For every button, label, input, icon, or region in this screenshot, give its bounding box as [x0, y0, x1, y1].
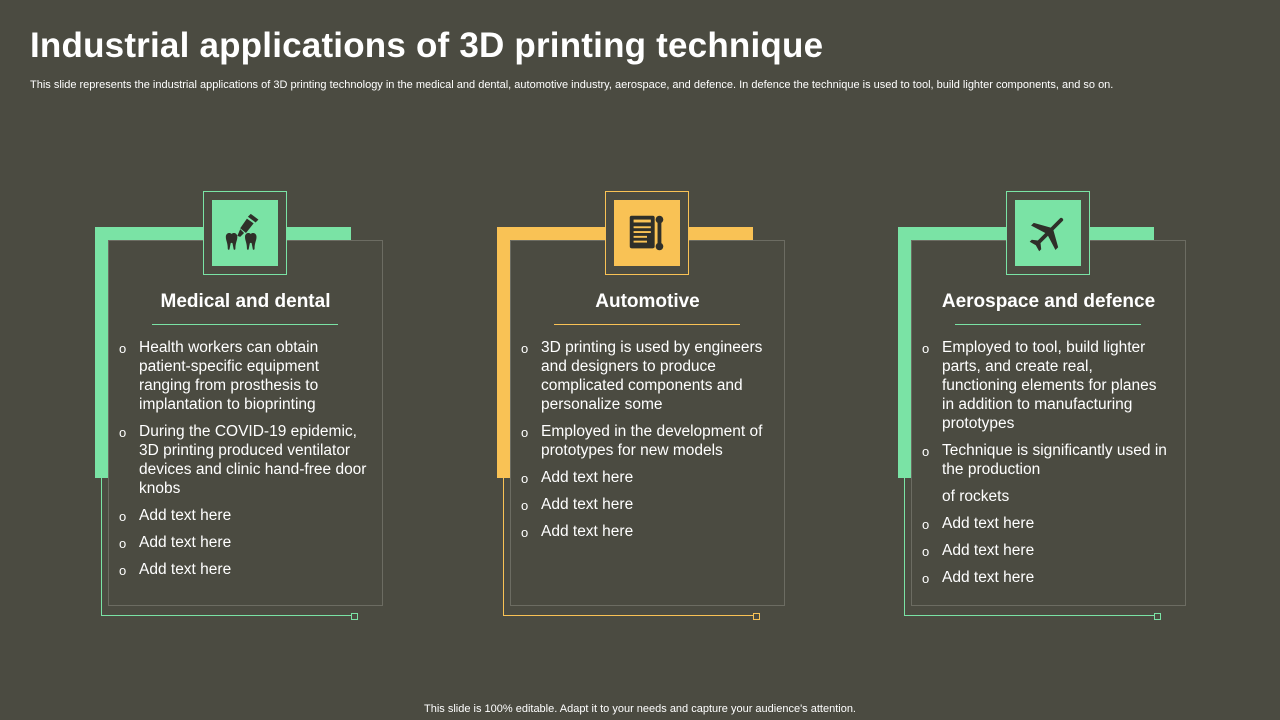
list-item: o Employed to tool, build lighter parts, …: [922, 339, 1157, 432]
list-item: o Add text here: [119, 507, 232, 524]
card-title: Medical and dental: [160, 291, 331, 312]
slide-footer: This slide is 100% editable. Adapt it to…: [424, 703, 856, 715]
title-divider: [152, 324, 338, 325]
list-item: o Add text here: [922, 542, 1035, 559]
bullet-marker: o: [521, 498, 529, 513]
slide-subtitle: This slide represents the industrial app…: [30, 79, 1114, 91]
list-item: o Employed in the development of prototyp…: [521, 423, 763, 459]
bullet-marker: o: [521, 341, 529, 356]
card-bullet-list: o Health workers can obtain patient-speci…: [119, 338, 369, 587]
card-bullet-list: o Employed to tool, build lighter parts, …: [922, 338, 1172, 595]
card-title: Automotive: [595, 291, 700, 312]
document-wrench-icon: [614, 200, 680, 266]
list-item: o Add text here: [922, 515, 1035, 532]
bullet-marker: o: [521, 425, 529, 440]
bullet-marker: o: [119, 425, 127, 440]
card-bullet-list: o 3D printing is used by engineers and de…: [521, 338, 771, 549]
list-item: o Add text here: [119, 534, 232, 551]
airplane-icon: [1015, 200, 1081, 266]
dental-icon: [212, 200, 278, 266]
title-divider: [554, 324, 740, 325]
bullet-marker: o: [119, 509, 127, 524]
connector-end-node: [753, 613, 760, 620]
icon-frame: [203, 191, 287, 275]
list-item: o Technique is significantly used in the …: [922, 442, 1167, 478]
connector-end-node: [351, 613, 358, 620]
bullet-marker: o: [521, 471, 529, 486]
connector-end-node: [1154, 613, 1161, 620]
list-item: o Add text here: [922, 569, 1035, 586]
bullet-marker: o: [922, 341, 930, 356]
list-item-continuation: of rockets: [942, 488, 1010, 505]
card-automotive: Automotive o 3D printing is used by engin…: [497, 190, 797, 626]
bullet-marker: o: [922, 571, 930, 586]
bullet-marker: o: [922, 444, 930, 459]
list-item: o Add text here: [521, 496, 634, 513]
bullet-marker: o: [922, 544, 930, 559]
bullet-marker: o: [119, 536, 127, 551]
icon-frame: [605, 191, 689, 275]
list-item: o Add text here: [119, 561, 232, 578]
bullet-marker: o: [521, 525, 529, 540]
list-item: o 3D printing is used by engineers and de…: [521, 339, 763, 413]
bullet-marker: o: [922, 517, 930, 532]
icon-frame: [1006, 191, 1090, 275]
bullet-marker: o: [119, 341, 127, 356]
list-item: o Add text here: [521, 523, 634, 540]
slide-title: Industrial applications of 3D printing t…: [30, 26, 824, 65]
list-item: o Add text here: [521, 469, 634, 486]
list-item: o During the COVID-19 epidemic, 3D printi…: [119, 423, 367, 497]
card-aerospace-defence: Aerospace and defence o Employed to tool,…: [898, 190, 1198, 626]
card-medical-dental: Medical and dental o Health workers can o…: [95, 190, 395, 626]
title-divider: [955, 324, 1141, 325]
list-item: o Health workers can obtain patient-speci…: [119, 339, 320, 413]
bullet-marker: o: [119, 563, 127, 578]
card-title: Aerospace and defence: [941, 291, 1156, 312]
